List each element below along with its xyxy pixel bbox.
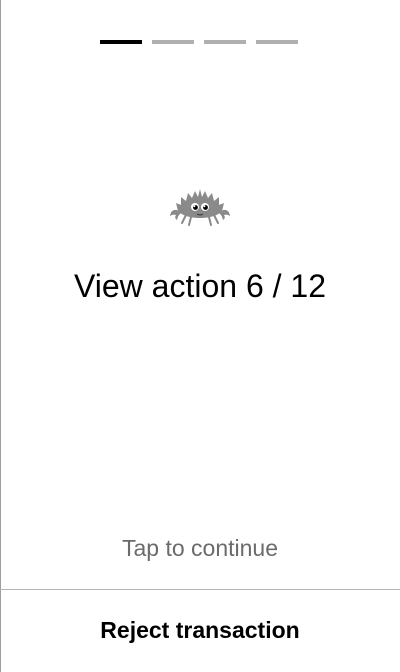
tap-to-continue-hint: Tap to continue <box>121 535 278 561</box>
reject-transaction-button[interactable]: Reject transaction <box>0 590 400 672</box>
tap-to-continue-area[interactable] <box>1 60 400 588</box>
page-title: View action 6 / 12 <box>73 268 326 304</box>
page-indicator-2 <box>152 40 194 44</box>
pagination-indicator <box>100 40 298 44</box>
page-indicator-3 <box>204 40 246 44</box>
page-indicator-1-active <box>100 40 142 44</box>
page-indicator-4 <box>256 40 298 44</box>
ferris-crab-icon <box>168 183 232 227</box>
